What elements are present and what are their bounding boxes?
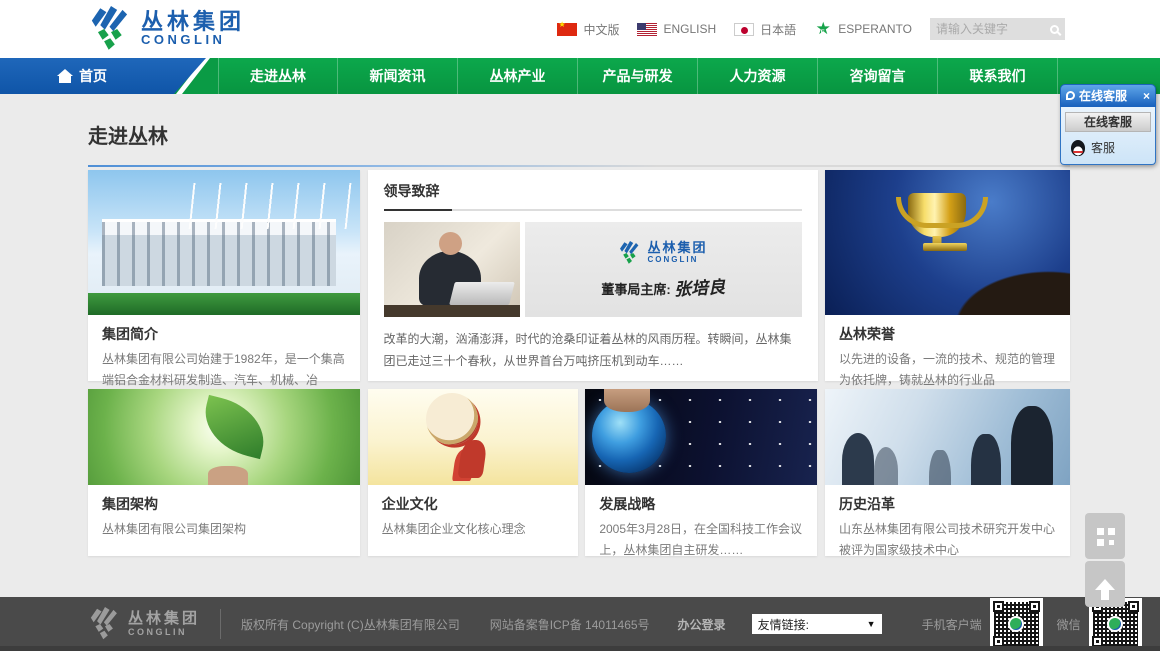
footer-logo-cn: 丛林集团: [128, 611, 200, 627]
card-desc: 山东丛林集团有限公司技术研究开发中心被评为国家级技术中心: [839, 519, 1056, 561]
lang-label: 日本語: [760, 21, 796, 38]
esperanto-star-icon: ★: [814, 21, 832, 37]
qq-icon: [1071, 140, 1085, 156]
chairman-signature-panel: 丛林集团 CONGLIN 董事局主席: 张培良: [525, 222, 802, 317]
qr-code-button[interactable]: [1085, 513, 1125, 559]
card-desc: 改革的大潮，汹涌澎湃，时代的沧桑印证着丛林的风雨历程。转瞬间，丛林集团已走过三十…: [384, 328, 802, 372]
lang-label: 中文版: [583, 21, 619, 38]
nav-item-products[interactable]: 产品与研发: [578, 58, 698, 94]
nav-item-industry[interactable]: 丛林产业: [458, 58, 578, 94]
trophy-photo: [825, 170, 1070, 315]
service-widget-title: 在线客服: [1079, 87, 1127, 104]
card-desc: 2005年3月28日，在全国科技工作会议上，丛林集团自主研发……: [599, 519, 803, 561]
conglin-logo-icon: [88, 6, 134, 52]
nav-item-home[interactable]: 首页: [0, 58, 206, 94]
title-divider: [88, 165, 1070, 167]
card-title: 历史沿革: [839, 494, 1056, 514]
lang-label: ESPERANTO: [838, 22, 912, 36]
leaf-photo: [88, 389, 360, 485]
nav-item-about[interactable]: 走进丛林: [218, 58, 338, 94]
service-agent-link[interactable]: 客服: [1065, 132, 1151, 156]
site-header: 丛林集团 CONGLIN 中文版 ENGLISH 日本語 ★ ESPERANTO: [0, 0, 1160, 58]
search-box: [930, 18, 1065, 40]
lang-japanese[interactable]: 日本語: [734, 21, 796, 38]
chess-photo: [825, 389, 1070, 485]
arrow-up-icon: [1095, 569, 1115, 590]
lang-esperanto[interactable]: ★ ESPERANTO: [814, 21, 912, 37]
card-title: 集团简介: [102, 324, 346, 344]
footer-logo-en: CONGLIN: [128, 627, 200, 637]
nav-item-feedback[interactable]: 咨询留言: [818, 58, 938, 94]
card-title: 丛林荣誉: [839, 324, 1056, 344]
office-login-link[interactable]: 办公登录: [678, 616, 726, 633]
mobile-app-label: 手机客户端: [922, 616, 982, 633]
site-footer: 丛林集团 CONGLIN 版权所有 Copyright (C)丛林集团有限公司 …: [0, 597, 1160, 651]
jp-flag-icon: [734, 23, 754, 36]
footer-logo: 丛林集团 CONGLIN: [88, 607, 200, 641]
panel-logo-cn: 丛林集团: [647, 241, 707, 255]
conglin-logo-icon-gray: [88, 607, 122, 641]
site-logo[interactable]: 丛林集团 CONGLIN: [88, 6, 245, 52]
nav-item-contact[interactable]: 联系我们: [938, 58, 1058, 94]
online-service-widget: 在线客服 × 在线客服 客服: [1060, 84, 1156, 165]
lang-chinese[interactable]: 中文版: [557, 21, 619, 38]
icp-record-text[interactable]: 网站备案鲁ICP备 14011465号: [490, 616, 650, 633]
card-group-intro[interactable]: 集团简介 丛林集团有限公司始建于1982年，是一个集高端铝合金材料研发制造、汽车…: [88, 170, 360, 381]
lang-english[interactable]: ENGLISH: [637, 22, 716, 36]
nav-home-label: 首页: [79, 66, 107, 86]
nav-item-hr[interactable]: 人力资源: [698, 58, 818, 94]
card-title: 企业文化: [382, 494, 564, 514]
leader-title-divider: [384, 209, 802, 211]
card-desc: 丛林集团企业文化核心理念: [382, 519, 564, 540]
card-culture[interactable]: 企业文化 丛林集团企业文化核心理念: [368, 389, 578, 556]
search-input[interactable]: [936, 22, 1050, 36]
friend-links-label: 友情链接:: [758, 616, 809, 633]
main-content: 走进丛林 集团简介 丛林集团有限公司始建于1982年，是一个集高端铝合金材料研发…: [88, 94, 1070, 556]
card-title: 集团架构: [102, 494, 346, 514]
page-title: 走进丛林: [88, 94, 1070, 151]
drummer-photo: [368, 389, 578, 485]
conglin-logo-icon: [618, 241, 642, 265]
service-agent-label: 客服: [1091, 139, 1115, 156]
copyright-text: 版权所有 Copyright (C)丛林集团有限公司: [241, 616, 460, 633]
service-section-title: 在线客服: [1065, 112, 1151, 132]
nav-item-news[interactable]: 新闻资讯: [338, 58, 458, 94]
chairman-signature: 张培良: [673, 272, 725, 300]
card-history[interactable]: 历史沿革 山东丛林集团有限公司技术研究开发中心被评为国家级技术中心: [825, 389, 1070, 556]
cn-flag-icon: [557, 23, 577, 36]
chat-bubble-icon: [1066, 91, 1075, 100]
panel-logo-en: CONGLIN: [647, 255, 707, 264]
close-icon[interactable]: ×: [1143, 90, 1150, 102]
card-strategy[interactable]: 发展战略 2005年3月28日，在全国科技工作会议上，丛林集团自主研发……: [585, 389, 817, 556]
card-honor[interactable]: 丛林荣誉 以先进的设备，一流的技术、规范的管理为依托牌，铸就丛林的行业品: [825, 170, 1070, 381]
service-widget-header[interactable]: 在线客服 ×: [1060, 84, 1156, 107]
wechat-label: 微信: [1057, 616, 1081, 633]
building-photo: [88, 170, 360, 315]
main-nav: 首页 走进丛林 新闻资讯 丛林产业 产品与研发 人力资源 咨询留言 联系我们: [0, 58, 1160, 94]
chevron-down-icon: ▼: [867, 619, 876, 629]
card-desc: 以先进的设备，一流的技术、规范的管理为依托牌，铸就丛林的行业品: [839, 349, 1056, 391]
card-title: 领导致辞: [384, 181, 802, 201]
qr-icon: [1097, 528, 1104, 535]
chairman-label: 董事局主席:: [601, 279, 670, 298]
chairman-photo: [384, 222, 520, 317]
logo-text-cn: 丛林集团: [141, 11, 245, 33]
mobile-app-qr-code: [990, 598, 1043, 650]
footer-divider: [220, 609, 221, 639]
card-title: 发展战略: [599, 494, 803, 514]
lang-label: ENGLISH: [663, 22, 716, 36]
earth-photo: [585, 389, 817, 485]
home-icon: [59, 76, 71, 83]
card-desc: 丛林集团有限公司集团架构: [102, 519, 346, 540]
card-structure[interactable]: 集团架构 丛林集团有限公司集团架构: [88, 389, 360, 556]
friend-links-select[interactable]: 友情链接: ▼: [752, 614, 882, 634]
card-leader-speech[interactable]: 领导致辞: [368, 170, 818, 381]
back-to-top-button[interactable]: [1085, 561, 1125, 607]
logo-text-en: CONGLIN: [141, 33, 245, 47]
search-icon[interactable]: [1050, 25, 1059, 34]
us-flag-icon: [637, 23, 657, 36]
